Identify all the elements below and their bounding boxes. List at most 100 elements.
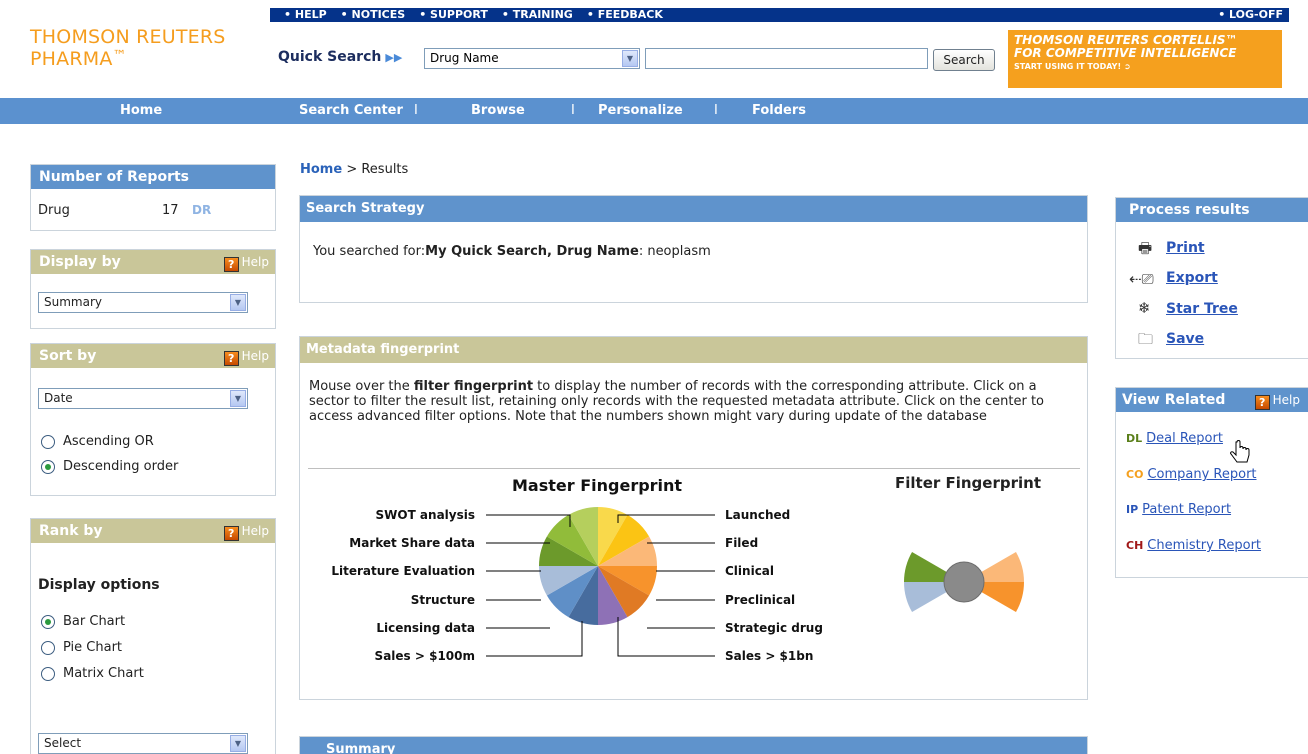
- matrix-chart-radio[interactable]: Matrix Chart: [41, 666, 144, 681]
- nav-folders[interactable]: Folders: [752, 98, 806, 124]
- nav-separator: I: [571, 103, 575, 118]
- master-left-label: SWOT analysis: [375, 508, 475, 522]
- support-link[interactable]: • SUPPORT: [419, 8, 488, 22]
- chemistry-code: CH: [1126, 539, 1144, 552]
- help-label: Help: [241, 349, 269, 363]
- nav-home[interactable]: Home: [120, 98, 162, 124]
- process-results-panel: Process results 🖶 Print ⇠⎚ Export ❄ Star…: [1115, 197, 1308, 359]
- help-label: Help: [1272, 393, 1300, 407]
- master-fingerprint-title: Master Fingerprint: [512, 476, 682, 495]
- number-of-reports-panel: Number of Reports Drug 17 DR: [30, 164, 276, 231]
- filter-center-button[interactable]: [943, 561, 985, 603]
- radio-icon: [41, 434, 55, 449]
- search-input[interactable]: [645, 48, 928, 69]
- help-link[interactable]: • HELP: [284, 8, 327, 22]
- descending-radio[interactable]: Descending order: [41, 459, 178, 474]
- chevron-down-icon[interactable]: ▼: [230, 294, 246, 311]
- pie-chart-radio[interactable]: Pie Chart: [41, 640, 122, 655]
- search-strategy-text: You searched for:My Quick Search, Drug N…: [313, 244, 711, 259]
- search-strategy-title: Search Strategy: [300, 196, 1087, 222]
- search-field-value: Drug Name: [430, 51, 499, 65]
- notices-link[interactable]: • NOTICES: [341, 8, 406, 22]
- logo-line2: PHARMA: [30, 48, 113, 70]
- drug-report-link[interactable]: DR: [192, 203, 211, 217]
- master-fingerprint-pie[interactable]: [539, 507, 657, 625]
- export-link[interactable]: Export: [1166, 270, 1218, 286]
- hand-cursor-icon: [1230, 440, 1250, 463]
- view-related-help[interactable]: ? Help: [1254, 391, 1300, 410]
- strategy-value: : neoplasm: [638, 244, 711, 259]
- master-left-label: Literature Evaluation: [331, 564, 475, 578]
- rank-by-help[interactable]: ? Help: [223, 522, 269, 541]
- leader-line: [617, 617, 715, 657]
- company-code: CO: [1126, 468, 1144, 481]
- star-tree-link[interactable]: Star Tree: [1166, 301, 1238, 317]
- cortellis-promo-banner[interactable]: THOMSON REUTERS CORTELLIS™ FOR COMPETITI…: [1008, 30, 1282, 88]
- sort-by-value: Date: [44, 391, 73, 405]
- display-by-value: Summary: [44, 295, 102, 309]
- related-item: IP Patent Report: [1126, 502, 1231, 517]
- bar-chart-radio[interactable]: Bar Chart: [41, 614, 125, 629]
- nav-search-center[interactable]: Search Center: [299, 98, 403, 124]
- promo-line3: START USING IT TODAY!: [1014, 62, 1122, 71]
- sort-by-select[interactable]: Date ▼: [38, 388, 248, 409]
- chevron-down-icon[interactable]: ▼: [230, 390, 246, 407]
- nav-browse[interactable]: Browse: [471, 98, 525, 124]
- save-link[interactable]: Save: [1166, 331, 1204, 347]
- help-label: Help: [241, 255, 269, 269]
- process-results-title: Process results: [1116, 198, 1308, 222]
- help-icon: ?: [223, 257, 239, 272]
- master-left-label: Structure: [411, 593, 475, 607]
- training-link[interactable]: • TRAINING: [502, 8, 573, 22]
- breadcrumb: Home > Results: [300, 162, 408, 177]
- quick-search-label: Quick Search ▶▶: [278, 49, 402, 65]
- feedback-link[interactable]: • FEEDBACK: [587, 8, 663, 22]
- pie-chart-label: Pie Chart: [63, 640, 123, 655]
- nav-separator: I: [714, 103, 718, 118]
- master-right-label: Launched: [725, 508, 790, 522]
- chevron-down-icon[interactable]: ▼: [622, 50, 638, 67]
- radio-checked-icon: [41, 614, 55, 629]
- deal-report-link[interactable]: Deal Report: [1146, 431, 1223, 446]
- sort-by-help[interactable]: ? Help: [223, 347, 269, 366]
- sort-by-title: Sort by: [39, 348, 97, 364]
- display-by-title: Display by: [39, 254, 121, 270]
- display-options-title: Display options: [38, 577, 160, 593]
- chevron-down-icon[interactable]: ▼: [230, 735, 246, 752]
- breadcrumb-home[interactable]: Home: [300, 162, 342, 177]
- nav-personalize[interactable]: Personalize: [598, 98, 683, 124]
- thomson-reuters-pharma-logo[interactable]: THOMSON REUTERS PHARMA™: [30, 28, 226, 69]
- display-by-panel: Display by ? Help Summary ▼: [30, 249, 276, 329]
- breadcrumb-current: Results: [361, 162, 409, 177]
- view-related-title: View Related: [1122, 392, 1226, 408]
- search-field-select[interactable]: Drug Name ▼: [424, 48, 640, 69]
- report-count: 17: [162, 203, 179, 218]
- fingerprint-charts: Master Fingerprint Filter Fingerprint SW…: [331, 474, 1041, 663]
- patent-code: IP: [1126, 503, 1139, 516]
- patent-report-link[interactable]: Patent Report: [1142, 502, 1231, 517]
- print-icon: 🖶: [1138, 239, 1153, 257]
- ascending-label: Ascending OR: [63, 434, 154, 449]
- number-of-reports-title: Number of Reports: [31, 165, 275, 189]
- master-right-labels: Launched Filed Clinical Preclinical Strategi…: [725, 508, 823, 663]
- ascending-radio[interactable]: Ascending OR: [41, 434, 154, 449]
- chemistry-report-link[interactable]: Chemistry Report: [1147, 538, 1261, 553]
- rank-by-select[interactable]: Select ▼: [38, 733, 248, 754]
- leader-line: [486, 621, 583, 657]
- divider: [308, 468, 1080, 469]
- rank-by-value: Select: [44, 736, 82, 750]
- radio-checked-icon: [41, 459, 55, 474]
- search-button[interactable]: Search: [933, 49, 995, 71]
- help-icon: ?: [223, 526, 239, 541]
- display-by-help[interactable]: ? Help: [223, 253, 269, 272]
- filter-fingerprint[interactable]: [904, 552, 1024, 612]
- search-strategy-panel: Search Strategy You searched for:My Quic…: [299, 195, 1088, 303]
- main-nav: Home Search Center I Browse I Personaliz…: [0, 98, 1308, 124]
- quick-search-text: Quick Search: [278, 49, 382, 65]
- master-right-label: Strategic drug: [725, 621, 823, 635]
- logoff-link[interactable]: • LOG-OFF: [1218, 8, 1283, 22]
- display-by-select[interactable]: Summary ▼: [38, 292, 248, 313]
- print-link[interactable]: Print: [1166, 240, 1205, 256]
- breadcrumb-separator: >: [342, 162, 362, 177]
- export-icon: ⇠⎚: [1129, 270, 1154, 288]
